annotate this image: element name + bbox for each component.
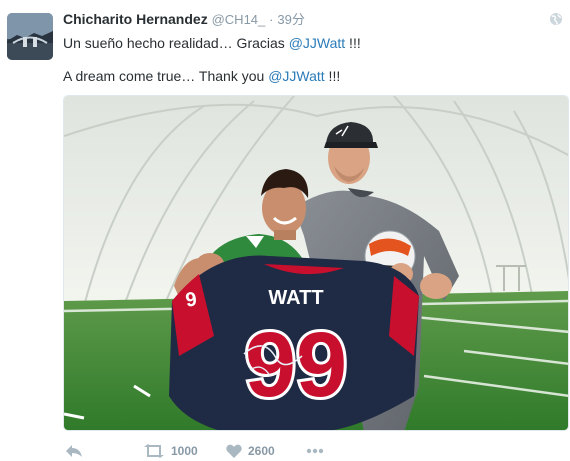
retweet-count: 1000 [171,444,198,458]
tweet-text: A dream come true… Thank you [63,68,269,84]
tweet-header: Chicharito Hernandez @CH14_ · 39分 [63,9,305,29]
more-icon [306,448,324,454]
tweet-photo[interactable]: WATT 99 99 9 [63,95,569,431]
separator-dot: · [269,12,274,27]
mention-link[interactable]: @JJWatt [268,68,324,84]
author-name[interactable]: Chicharito Hernandez [63,11,208,27]
retweet-button[interactable]: 1000 [143,441,198,461]
reply-button[interactable] [65,441,83,461]
tweet-text-english: A dream come true… Thank you @JJWatt !!! [63,66,340,86]
mention-link[interactable]: @JJWatt [289,35,345,51]
tweet-text-spanish: Un sueño hecho realidad… Gracias @JJWatt… [63,33,361,53]
tweet-text-suffix: !!! [324,68,341,84]
reply-icon [66,445,82,457]
heart-icon [226,444,242,458]
more-button[interactable] [306,441,324,461]
retweet-icon [144,444,164,458]
avatar-image [7,13,53,60]
author-handle[interactable]: @CH14_ [212,12,266,27]
tweet-text: Un sueño hecho realidad… Gracias [63,35,289,51]
tweet-text-suffix: !!! [345,35,361,51]
like-button[interactable]: 2600 [226,441,275,461]
jersey-number: 99 [245,314,347,416]
avatar[interactable] [7,13,53,60]
jersey-name: WATT [268,287,323,309]
photo-illustration: WATT 99 99 9 [64,96,568,430]
tweet-actions: 1000 2600 [63,441,363,461]
tweet-timestamp[interactable]: 39分 [277,12,304,27]
like-count: 2600 [248,444,275,458]
globe-icon[interactable] [549,12,563,26]
